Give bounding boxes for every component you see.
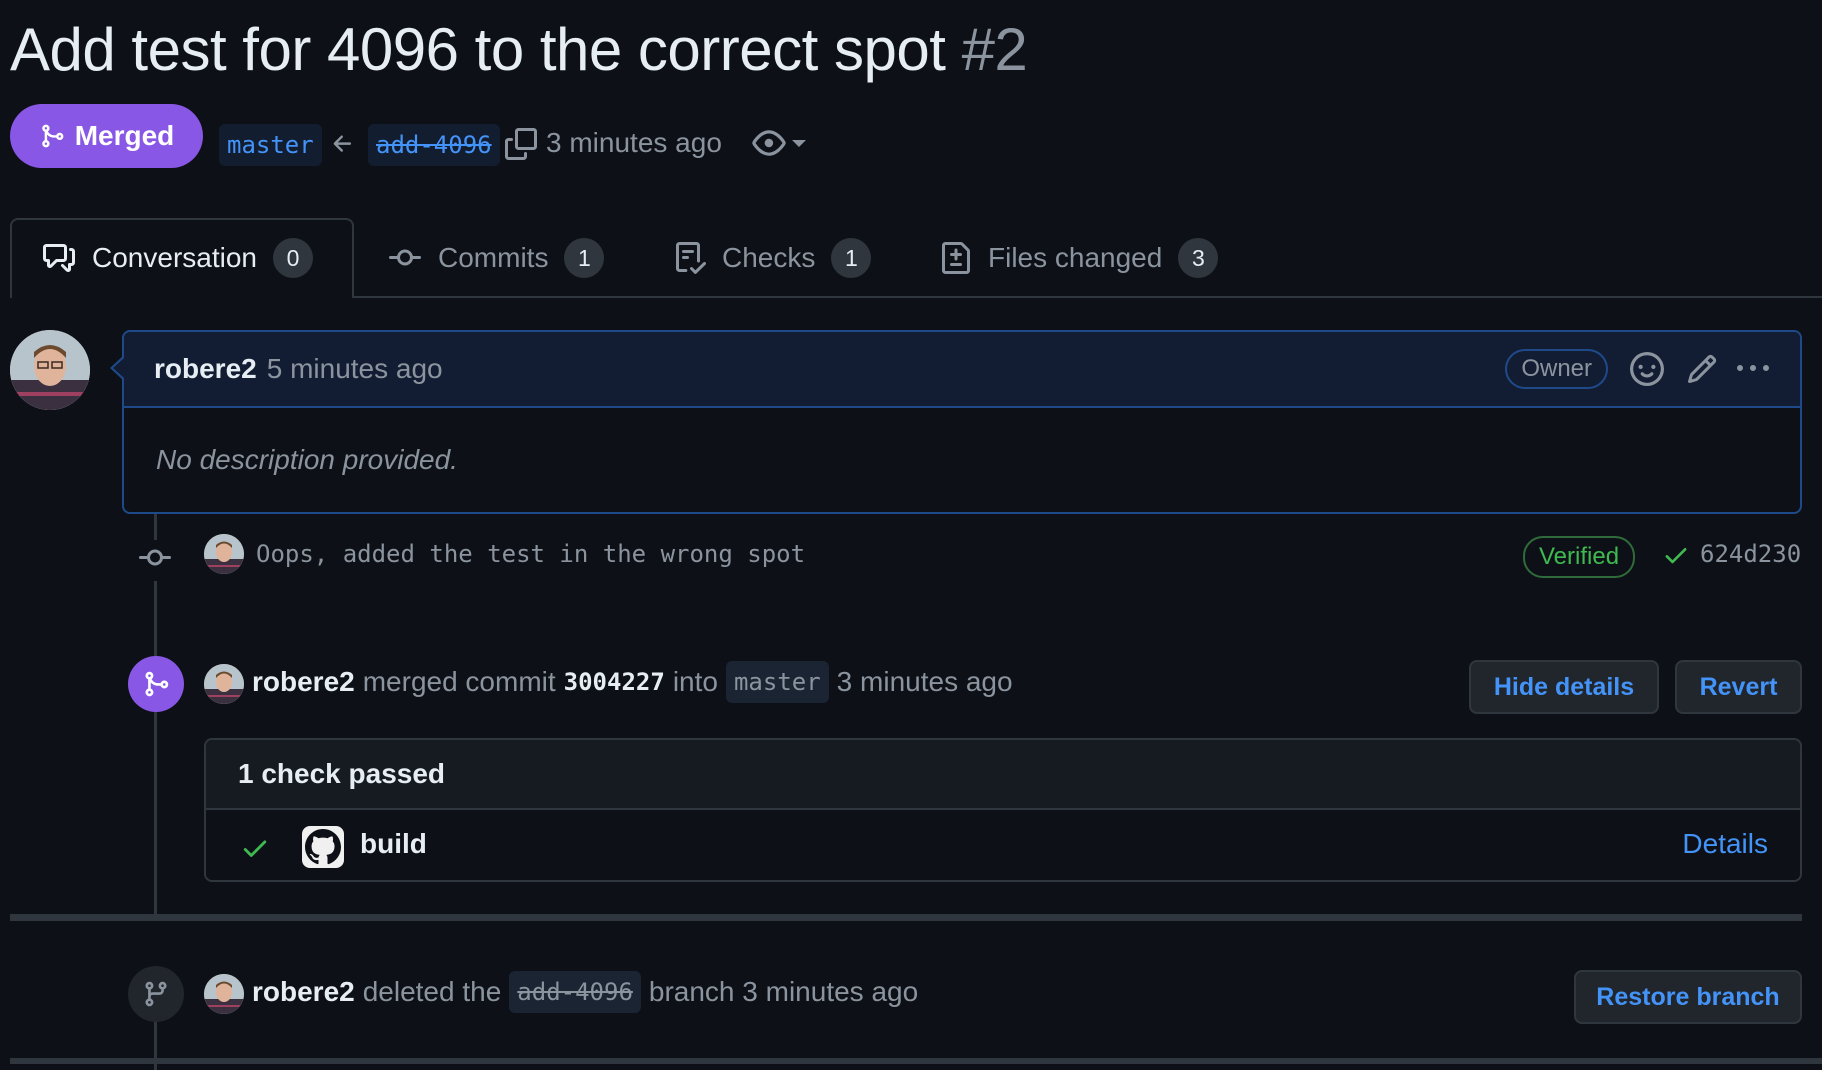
check-row: build Details (206, 810, 1800, 880)
comment-author[interactable]: robere2 (154, 353, 257, 385)
eye-icon (752, 130, 786, 156)
commit-sha-link[interactable]: 624d230 (1700, 540, 1801, 568)
copy-icon[interactable] (505, 126, 537, 167)
comment-header: robere2 5 minutes ago Owner (124, 332, 1800, 408)
chevron-down-icon (792, 139, 806, 147)
merge-event-action: merged commit (362, 666, 556, 697)
check-name: build (360, 828, 427, 859)
check-details-link[interactable]: Details (1682, 828, 1768, 860)
timeline-divider (10, 914, 1802, 921)
pr-description-comment: robere2 5 minutes ago Owner No descripti… (122, 330, 1802, 514)
checks-header: 1 check passed (206, 740, 1800, 810)
tab-files-changed[interactable]: Files changed 3 (940, 218, 1219, 298)
merged-status-label: Merged (74, 120, 175, 151)
pr-time: 3 minutes ago (546, 127, 722, 158)
commit-author-avatar[interactable] (204, 534, 244, 574)
head-branch-label[interactable]: add-4096 (368, 124, 500, 166)
tab-files-changed-count: 3 (1178, 238, 1219, 278)
commit-message[interactable]: Oops, added the test in the wrong spot (256, 540, 805, 568)
base-branch-label[interactable]: master (219, 124, 322, 166)
delete-branch-event-icon (128, 966, 184, 1022)
delete-event-text: robere2 deleted the add-4096 branch 3 mi… (252, 970, 918, 1014)
tab-commits[interactable]: Commits 1 (388, 218, 605, 298)
checks-summary: 1 check passed build Details (204, 738, 1802, 882)
merge-commit-sha[interactable]: 3004227 (564, 668, 665, 696)
pr-title-text: Add test for 4096 to the correct spot (10, 16, 946, 83)
merger-avatar[interactable] (204, 664, 244, 704)
comment-pointer-fill (113, 358, 124, 378)
tab-conversation[interactable]: Conversation 0 (42, 218, 313, 298)
pr-number: #2 (961, 16, 1028, 83)
verified-badge[interactable]: Verified (1523, 536, 1636, 578)
tab-commits-count: 1 (564, 238, 605, 278)
arrow-left-icon (330, 126, 356, 170)
tab-conversation-label: Conversation (92, 242, 257, 273)
tab-checks-count: 1 (831, 238, 872, 278)
merge-event-user[interactable]: robere2 (252, 666, 355, 698)
pencil-icon[interactable] (1686, 353, 1718, 385)
git-merge-icon (145, 671, 169, 697)
check-icon (1662, 540, 1690, 575)
check-passed-icon (240, 832, 270, 869)
tab-files-changed-label: Files changed (988, 242, 1163, 273)
delete-event-action: deleted the (362, 976, 502, 1007)
file-diff-icon (942, 242, 970, 274)
comment-discussion-icon (43, 244, 75, 272)
merged-status-badge: Merged (10, 104, 203, 168)
commit-node-icon (138, 540, 172, 581)
deleted-branch-label: add-4096 (509, 971, 641, 1013)
tab-checks-label: Checks (722, 242, 816, 273)
timeline-bottom-divider (10, 1058, 1822, 1064)
watch-dropdown[interactable] (752, 126, 806, 160)
merge-event-icon (128, 656, 184, 712)
merge-icon (41, 124, 64, 148)
git-commit-icon (389, 249, 421, 266)
tab-checks[interactable]: Checks 1 (674, 218, 872, 298)
restore-branch-button[interactable]: Restore branch (1574, 970, 1802, 1024)
checklist-icon (676, 242, 706, 274)
git-branch-icon (145, 981, 167, 1007)
smiley-icon[interactable] (1630, 352, 1664, 386)
delete-event-suffix: branch 3 minutes ago (648, 976, 919, 1007)
author-avatar[interactable] (10, 330, 90, 410)
owner-badge: Owner (1505, 349, 1608, 389)
pr-title: Add test for 4096 to the correct spot #2 (10, 12, 1028, 88)
github-logo-icon (302, 826, 344, 868)
kebab-horizontal-icon[interactable] (1736, 353, 1770, 385)
merge-event-into: into (672, 666, 718, 697)
delete-event-user[interactable]: robere2 (252, 976, 355, 1008)
hide-details-button[interactable]: Hide details (1469, 660, 1659, 714)
tab-conversation-count: 0 (272, 238, 313, 278)
merge-event-text: robere2 merged commit 3004227 into maste… (252, 660, 1013, 704)
merge-event-time[interactable]: 3 minutes ago (837, 666, 1013, 698)
comment-time[interactable]: 5 minutes ago (267, 353, 443, 385)
revert-button[interactable]: Revert (1675, 660, 1802, 714)
comment-body: No description provided. (156, 444, 458, 475)
tab-commits-label: Commits (438, 242, 549, 273)
merge-target-branch[interactable]: master (725, 661, 829, 703)
deleter-avatar[interactable] (204, 974, 244, 1014)
